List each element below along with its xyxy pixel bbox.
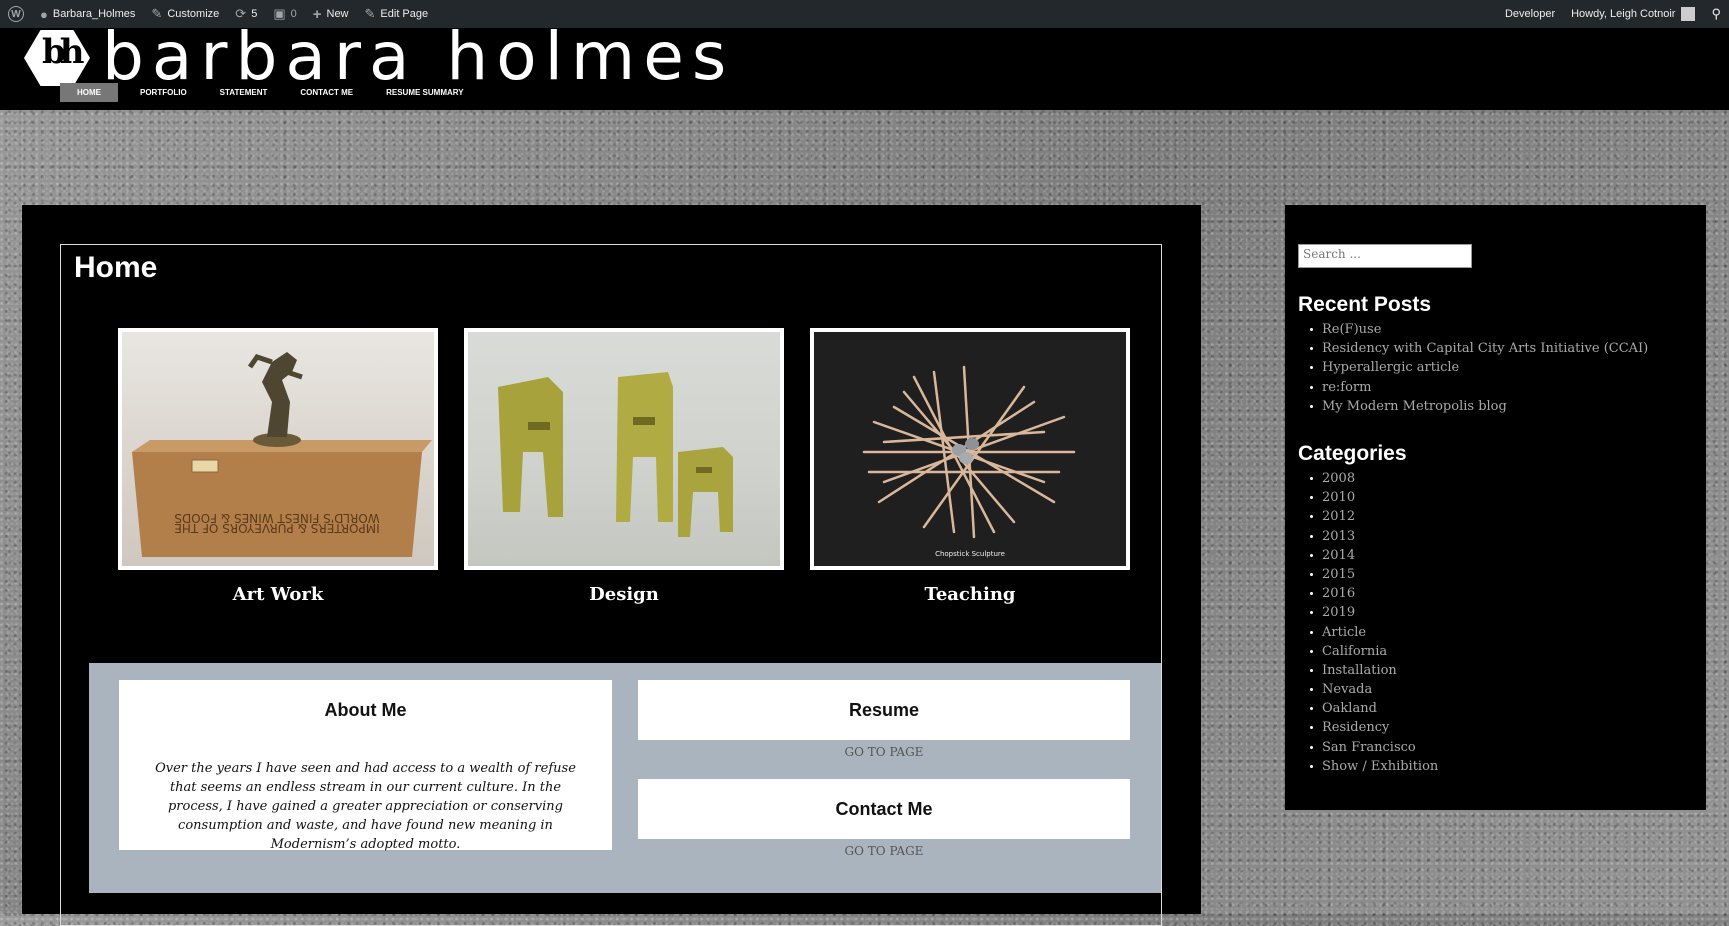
category-link[interactable]: Nevada [1309, 680, 1438, 699]
category-link[interactable]: Oakland [1309, 699, 1438, 718]
crate-text-line-2: IMPORTERS & PURVEYORS OF THE [174, 521, 379, 535]
nav-item-home[interactable]: HOME [60, 83, 118, 102]
wordpress-menu[interactable]: W [0, 0, 32, 28]
category-link[interactable]: 2016 [1309, 584, 1438, 603]
recent-post-link[interactable]: re:form [1309, 378, 1648, 397]
about-me-card: About Me Over the years I have seen and … [119, 680, 612, 852]
teaching-label[interactable]: Teaching [810, 584, 1130, 605]
resume-title: Resume [848, 700, 920, 720]
search-icon: ⚲ [1711, 6, 1721, 21]
contact-me-title: Contact Me [835, 799, 933, 819]
nav-item-resume-summary[interactable]: RESUME SUMMARY [375, 83, 474, 102]
contact-me-card[interactable]: Contact Me [638, 779, 1130, 839]
recent-post-link[interactable]: Hyperallergic article [1309, 358, 1648, 377]
recent-posts-list: Re(F)use Residency with Capital City Art… [1309, 320, 1648, 416]
resume-card[interactable]: Resume [638, 680, 1130, 740]
recent-posts-title: Recent Posts [1298, 293, 1432, 316]
dashboard-icon: ● [40, 6, 48, 22]
design-label[interactable]: Design [464, 584, 784, 605]
feature-design: Design [464, 328, 784, 605]
category-link[interactable]: Residency [1309, 718, 1438, 737]
chopstick-nest-illustration: Chopstick Sculpture [862, 365, 1076, 558]
horse-sculpture-illustration: WORLD'S FINEST WINES & FOODS IMPORTERS &… [132, 352, 432, 557]
category-link[interactable]: 2008 [1309, 469, 1438, 488]
search-input[interactable]: Search ... [1298, 244, 1472, 268]
category-link[interactable]: 2010 [1309, 488, 1438, 507]
category-link[interactable]: 2012 [1309, 507, 1438, 526]
about-me-text: Over the years I have seen and had acces… [155, 761, 576, 852]
wordpress-logo-icon: W [8, 6, 24, 22]
category-link[interactable]: Show / Exhibition [1309, 757, 1438, 776]
widget-panel: About Me Over the years I have seen and … [89, 663, 1161, 893]
contact-go-to-page-link[interactable]: GO TO PAGE [638, 844, 1130, 858]
avatar [1681, 7, 1696, 21]
category-link[interactable]: 2014 [1309, 546, 1438, 565]
feature-teaching: Chopstick Sculpture Teaching [810, 328, 1130, 605]
teaching-image-caption: Chopstick Sculpture [935, 550, 1005, 558]
page-title: Home [74, 251, 158, 284]
nav-item-contact-me[interactable]: CONTACT ME [289, 83, 364, 102]
teaching-image[interactable]: Chopstick Sculpture [810, 328, 1130, 570]
category-link[interactable]: Article [1309, 623, 1438, 642]
recent-post-link[interactable]: Residency with Capital City Arts Initiat… [1309, 339, 1648, 358]
about-me-title: About Me [324, 700, 407, 720]
sidebar: Search ... Recent Posts Re(F)use Residen… [1285, 205, 1706, 810]
art-work-image[interactable]: WORLD'S FINEST WINES & FOODS IMPORTERS &… [118, 328, 438, 570]
category-link[interactable]: 2019 [1309, 603, 1438, 622]
resume-go-to-page-link[interactable]: GO TO PAGE [638, 745, 1130, 759]
site-header: bh barbara holmes HOME PORTFOLIO STATEME… [0, 18, 1729, 110]
categories-list: 2008 2010 2012 2013 2014 2015 2016 2019 … [1309, 469, 1438, 776]
main-navigation: HOME PORTFOLIO STATEMENT CONTACT ME RESU… [60, 83, 486, 102]
category-link[interactable]: San Francisco [1309, 738, 1438, 757]
category-link[interactable]: 2013 [1309, 527, 1438, 546]
page-article: Home WORLD'S FINEST WINES & FOODS IMPORT… [60, 244, 1162, 926]
feature-art-work: WORLD'S FINEST WINES & FOODS IMPORTERS &… [118, 328, 438, 605]
category-link[interactable]: Installation [1309, 661, 1438, 680]
recent-post-link[interactable]: My Modern Metropolis blog [1309, 397, 1648, 416]
nav-item-statement[interactable]: STATEMENT [209, 83, 279, 102]
design-image[interactable] [464, 328, 784, 570]
nav-item-portfolio[interactable]: PORTFOLIO [129, 83, 198, 102]
recent-post-link[interactable]: Re(F)use [1309, 320, 1648, 339]
stools-illustration [498, 372, 733, 537]
developer-menu[interactable]: Developer [1497, 0, 1563, 28]
category-link[interactable]: 2015 [1309, 565, 1438, 584]
admin-search-button[interactable]: ⚲ [1703, 0, 1729, 28]
my-account-menu[interactable]: Howdy, Leigh Cotnoir [1563, 0, 1703, 28]
art-work-label[interactable]: Art Work [118, 584, 438, 605]
categories-title: Categories [1298, 442, 1407, 465]
category-link[interactable]: California [1309, 642, 1438, 661]
site-logo[interactable]: bh [24, 30, 90, 86]
main-content: Home WORLD'S FINEST WINES & FOODS IMPORT… [22, 205, 1201, 926]
